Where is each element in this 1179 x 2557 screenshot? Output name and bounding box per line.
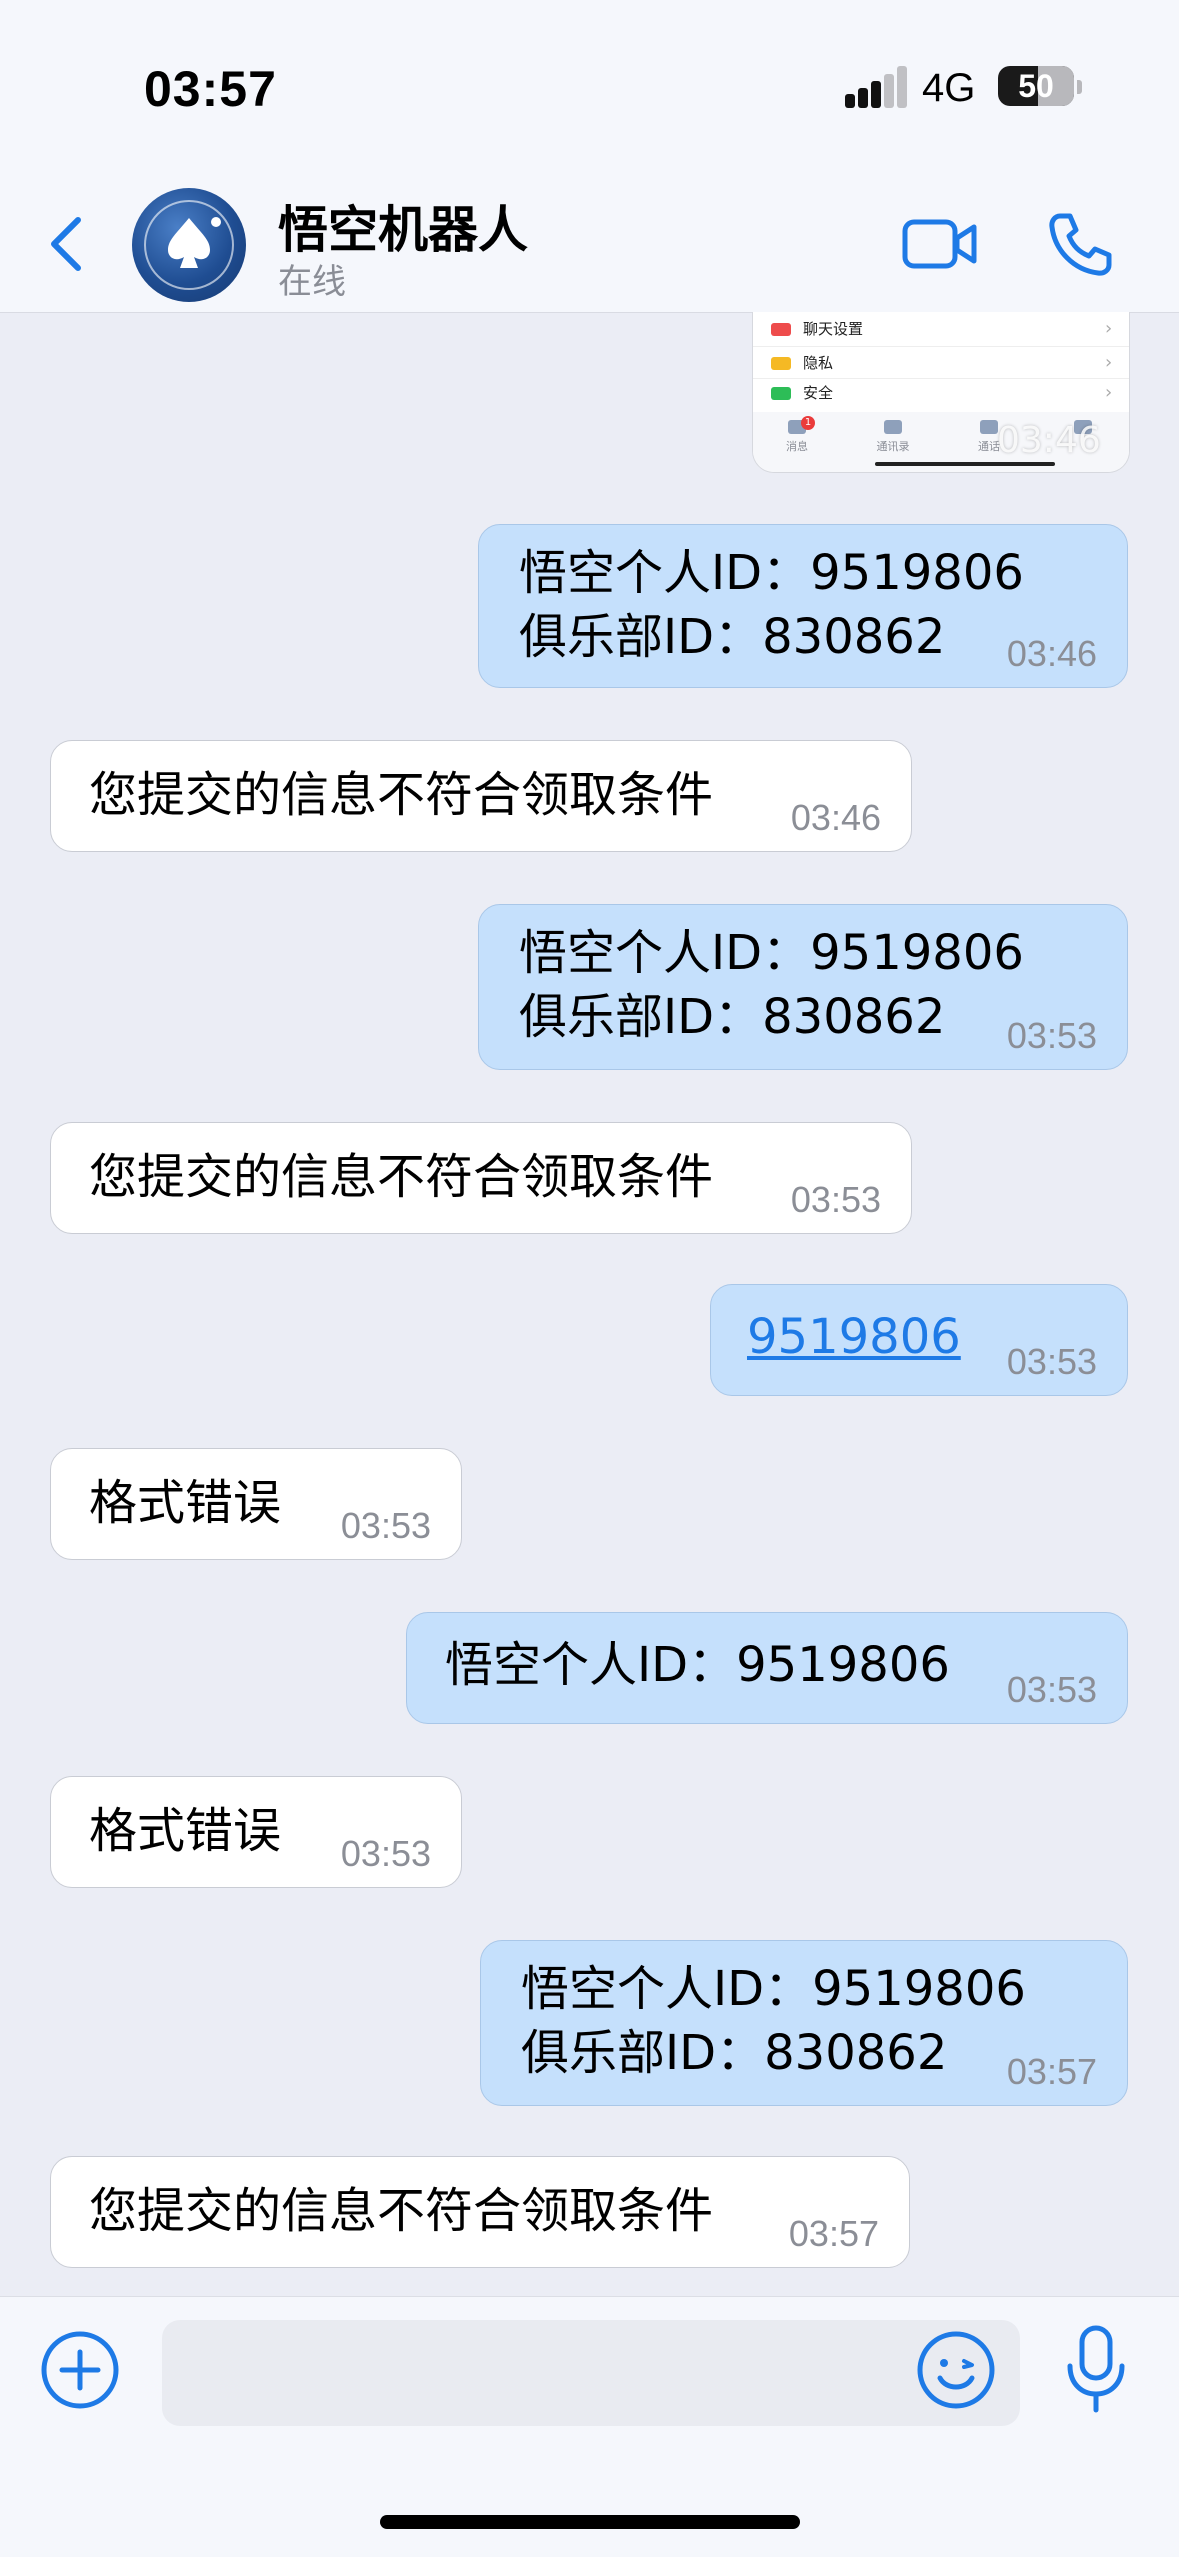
message-input[interactable] bbox=[162, 2320, 1020, 2426]
message-time: 03:53 bbox=[790, 1179, 881, 1220]
message-time: 03:46 bbox=[790, 797, 881, 838]
signal-icon bbox=[845, 66, 907, 108]
message-text: 格式错误 bbox=[89, 1475, 282, 1531]
spade-logo-icon bbox=[144, 200, 234, 290]
screenshot-row: 隐私 › bbox=[771, 348, 1112, 378]
battery-icon: 50 bbox=[998, 66, 1074, 106]
message-time: 03:53 bbox=[1006, 1015, 1097, 1056]
battery-level: 50 bbox=[1018, 68, 1054, 104]
message-text: 悟空个人ID：9519806 俱乐部ID：830862 bbox=[521, 1961, 1026, 2081]
battery-tip bbox=[1077, 80, 1082, 94]
screenshot-tab: 消息 bbox=[767, 420, 827, 454]
message-bubble-incoming[interactable]: 格式错误 03:53 bbox=[50, 1776, 462, 1888]
screenshot-tab: 通讯录 bbox=[863, 420, 923, 454]
message-text: 悟空个人ID：9519806 bbox=[445, 1637, 950, 1693]
emoji-icon[interactable] bbox=[916, 2330, 996, 2410]
network-type: 4G bbox=[922, 66, 976, 110]
message-time: 03:46 bbox=[1006, 633, 1097, 674]
message-bubble-outgoing[interactable]: 悟空个人ID：9519806 俱乐部ID：830862 03:53 bbox=[478, 904, 1128, 1070]
plus-icon[interactable] bbox=[40, 2330, 120, 2410]
back-icon[interactable] bbox=[44, 214, 88, 274]
message-text: 悟空个人ID：9519806 俱乐部ID：830862 bbox=[519, 925, 1024, 1045]
message-bubble-incoming[interactable]: 您提交的信息不符合领取条件 03:53 bbox=[50, 1122, 912, 1234]
message-time: 03:53 bbox=[1006, 1341, 1097, 1382]
shared-screenshot[interactable]: 聊天设置 › 隐私 › 安全 › 消息 1 通讯录 通话 03:46 bbox=[752, 312, 1130, 473]
message-time: 03:57 bbox=[1006, 2051, 1097, 2092]
screenshot-row: 聊天设置 › bbox=[771, 314, 1112, 344]
screenshot-badge: 1 bbox=[801, 416, 815, 430]
message-bubble-outgoing[interactable]: 悟空个人ID：9519806 03:53 bbox=[406, 1612, 1128, 1724]
microphone-icon[interactable] bbox=[1064, 2324, 1128, 2416]
message-bubble-outgoing[interactable]: 悟空个人ID：9519806 俱乐部ID：830862 03:57 bbox=[480, 1940, 1128, 2106]
message-text: 您提交的信息不符合领取条件 bbox=[89, 1149, 714, 1205]
message-bubble-incoming[interactable]: 您提交的信息不符合领取条件 03:46 bbox=[50, 740, 912, 852]
message-bubble-incoming[interactable]: 格式错误 03:53 bbox=[50, 1448, 462, 1560]
message-time: 03:53 bbox=[340, 1833, 431, 1874]
status-time: 03:57 bbox=[144, 61, 277, 117]
message-bubble-outgoing[interactable]: 悟空个人ID：9519806 俱乐部ID：830862 03:46 bbox=[478, 524, 1128, 688]
screenshot-row: 安全 › bbox=[771, 378, 1112, 408]
avatar[interactable] bbox=[132, 188, 246, 302]
message-link[interactable]: 9519806 bbox=[747, 1305, 961, 1369]
message-bubble-incoming[interactable]: 您提交的信息不符合领取条件 03:57 bbox=[50, 2156, 910, 2268]
message-bubble-outgoing[interactable]: 9519806 03:53 bbox=[710, 1284, 1128, 1396]
message-text: 您提交的信息不符合领取条件 bbox=[89, 767, 714, 823]
message-time: 03:53 bbox=[1006, 1669, 1097, 1710]
phone-call-icon[interactable] bbox=[1046, 210, 1114, 278]
message-text: 格式错误 bbox=[89, 1803, 282, 1859]
screenshot-time: 03:46 bbox=[997, 420, 1101, 461]
video-call-icon[interactable] bbox=[902, 214, 978, 274]
message-text: 您提交的信息不符合领取条件 bbox=[89, 2183, 714, 2239]
message-time: 03:53 bbox=[340, 1505, 431, 1546]
message-time: 03:57 bbox=[788, 2213, 879, 2254]
chat-title: 悟空机器人 bbox=[278, 201, 528, 259]
top-bar: 03:57 4G 50 悟空机器人 在线 bbox=[0, 0, 1179, 313]
message-text: 悟空个人ID：9519806 俱乐部ID：830862 bbox=[519, 545, 1024, 665]
home-indicator[interactable] bbox=[380, 2515, 800, 2529]
online-status: 在线 bbox=[278, 262, 346, 302]
